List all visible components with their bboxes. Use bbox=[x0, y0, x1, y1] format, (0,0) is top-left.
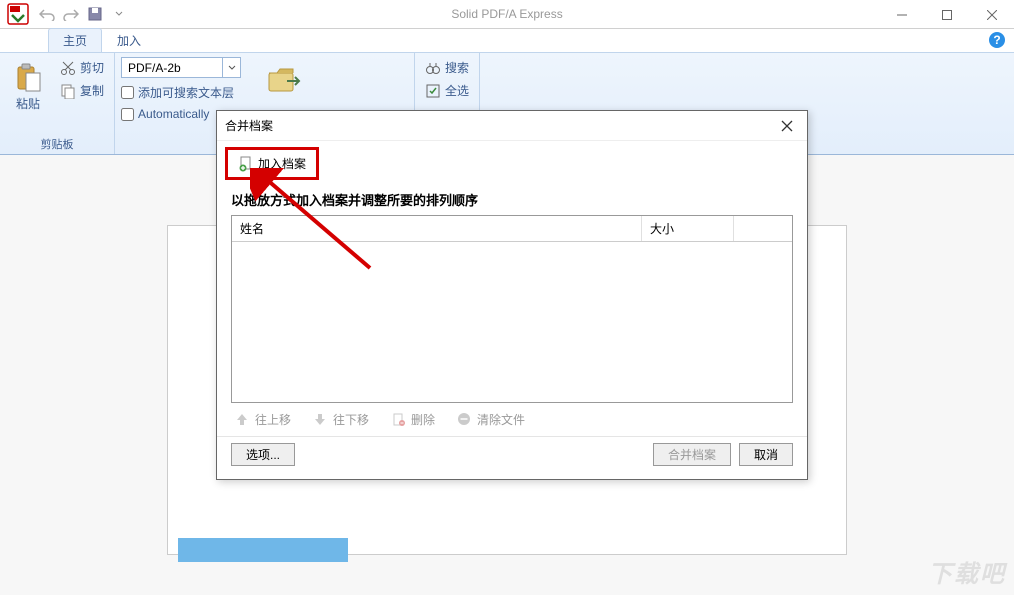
scissors-icon bbox=[60, 60, 76, 76]
dialog-title-text: 合并档案 bbox=[225, 117, 273, 134]
dialog-toolbar: 加入档案 bbox=[217, 141, 807, 190]
dialog-close-button[interactable] bbox=[775, 114, 799, 138]
add-file-label: 加入档案 bbox=[258, 155, 306, 172]
binoculars-icon bbox=[425, 60, 441, 76]
arrow-down-icon bbox=[313, 412, 329, 428]
pdfa-version-value: PDF/A-2b bbox=[128, 61, 181, 75]
qat-dropdown[interactable] bbox=[108, 3, 130, 25]
dialog-titlebar: 合并档案 bbox=[217, 111, 807, 141]
cancel-button[interactable]: 取消 bbox=[739, 443, 793, 466]
dialog-footer: 选项... 合并档案 取消 bbox=[217, 436, 807, 476]
cut-label: 剪切 bbox=[80, 59, 104, 76]
delete-icon bbox=[391, 412, 407, 428]
cut-button[interactable]: 剪切 bbox=[56, 57, 108, 78]
arrow-up-icon bbox=[235, 412, 251, 428]
maximize-button[interactable] bbox=[924, 0, 969, 29]
help-icon[interactable]: ? bbox=[988, 31, 1006, 49]
add-file-icon bbox=[238, 156, 254, 172]
tab-home[interactable]: 主页 bbox=[48, 28, 102, 52]
undo-button[interactable] bbox=[36, 3, 58, 25]
search-button[interactable]: 搜索 bbox=[421, 57, 473, 78]
clipboard-group-label: 剪贴板 bbox=[6, 134, 108, 154]
checkbox-searchable-layer[interactable]: 添加可搜索文本层 bbox=[121, 84, 241, 101]
select-all-icon bbox=[425, 83, 441, 99]
move-up-button[interactable]: 往上移 bbox=[235, 411, 291, 428]
ribbon-tabs: 主页 加入 ? bbox=[0, 29, 1014, 53]
search-label: 搜索 bbox=[445, 59, 469, 76]
window-title: Solid PDF/A Express bbox=[451, 7, 562, 21]
selection-highlight bbox=[178, 538, 348, 562]
copy-button[interactable]: 复制 bbox=[56, 80, 108, 101]
clear-icon bbox=[457, 412, 473, 428]
paste-icon bbox=[12, 61, 44, 93]
tab-insert[interactable]: 加入 bbox=[102, 28, 156, 52]
window-controls bbox=[879, 0, 1014, 29]
quick-access-toolbar bbox=[36, 3, 130, 25]
titlebar: Solid PDF/A Express bbox=[0, 0, 1014, 29]
select-all-button[interactable]: 全选 bbox=[421, 80, 473, 101]
svg-text:?: ? bbox=[993, 33, 1000, 47]
paste-label: 粘贴 bbox=[16, 95, 40, 112]
save-button[interactable] bbox=[84, 3, 106, 25]
file-list[interactable]: 姓名 大小 bbox=[231, 215, 793, 403]
column-name[interactable]: 姓名 bbox=[232, 216, 642, 241]
minimize-button[interactable] bbox=[879, 0, 924, 29]
copy-label: 复制 bbox=[80, 82, 104, 99]
clear-files-button[interactable]: 清除文件 bbox=[457, 411, 525, 428]
file-list-header: 姓名 大小 bbox=[232, 216, 792, 242]
column-blank bbox=[734, 216, 792, 241]
column-size[interactable]: 大小 bbox=[642, 216, 734, 241]
pdfa-version-select[interactable]: PDF/A-2b bbox=[121, 57, 241, 78]
paste-button[interactable]: 粘贴 bbox=[6, 57, 50, 116]
dialog-instruction: 以拖放方式加入档案并调整所要的排列顺序 bbox=[217, 190, 807, 215]
add-file-button[interactable]: 加入档案 bbox=[225, 147, 319, 180]
pdf-app-icon bbox=[6, 2, 30, 26]
delete-button[interactable]: 删除 bbox=[391, 411, 435, 428]
ribbon-group-clipboard: 粘贴 剪切 复制 剪贴板 bbox=[0, 53, 115, 154]
select-all-label: 全选 bbox=[445, 82, 469, 99]
convert-button[interactable] bbox=[261, 61, 305, 103]
folder-arrow-icon bbox=[267, 65, 299, 97]
redo-button[interactable] bbox=[60, 3, 82, 25]
dialog-list-actions: 往上移 往下移 删除 清除文件 bbox=[217, 403, 807, 436]
copy-icon bbox=[60, 83, 76, 99]
move-down-button[interactable]: 往下移 bbox=[313, 411, 369, 428]
chevron-down-icon bbox=[222, 58, 240, 77]
close-button[interactable] bbox=[969, 0, 1014, 29]
merge-button[interactable]: 合并档案 bbox=[653, 443, 731, 466]
options-button[interactable]: 选项... bbox=[231, 443, 295, 466]
merge-files-dialog: 合并档案 加入档案 以拖放方式加入档案并调整所要的排列顺序 姓名 大小 往上移 … bbox=[216, 110, 808, 480]
app-icon bbox=[4, 0, 32, 28]
